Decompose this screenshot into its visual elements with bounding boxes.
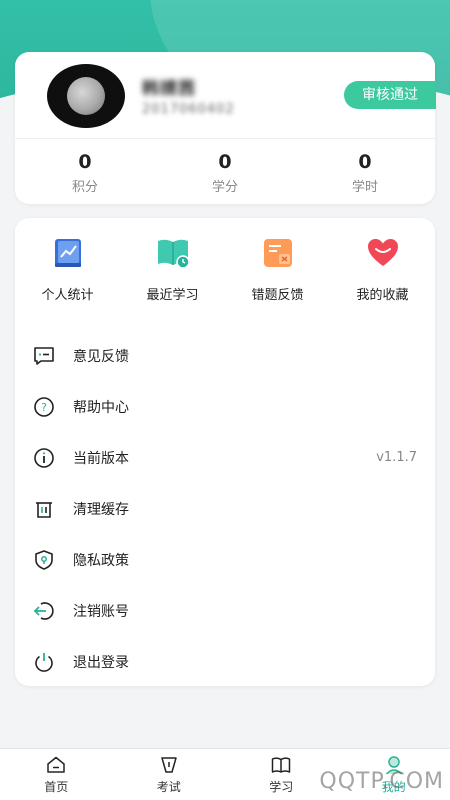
profile-card: 韩婧茜 2017060402 审核通过 0 积分 0 学分 0 学时 [15,52,436,204]
menu-label: 退出登录 [73,654,129,671]
menu-item-logout[interactable]: 退出登录 [15,636,435,687]
version-value: v1.1.7 [376,450,417,465]
avatar[interactable] [47,64,125,128]
menu-item-version[interactable]: 当前版本 v1.1.7 [15,432,435,483]
stat-label: 积分 [71,180,98,195]
chart-book-icon [54,239,81,267]
quick-favorites[interactable]: 我的收藏 [330,236,435,303]
stat-hours[interactable]: 0 学时 [295,150,435,195]
home-icon [47,756,65,773]
stat-value: 0 [218,151,232,173]
quick-label: 最近学习 [146,288,199,303]
divider [15,138,435,139]
quick-recent-study[interactable]: 最近学习 [120,236,225,303]
logout-arrow-icon [33,601,54,620]
menu-label: 注销账号 [73,603,129,620]
stat-label: 学分 [211,180,238,195]
power-icon [35,652,53,672]
quick-actions: 个人统计 最近学习 错题反馈 我的收藏 [15,236,435,303]
settings-list: 意见反馈 ? 帮助中心 当前版本 v1.1.7 清理缓存 隐私政策 注销账号 退… [15,330,435,687]
tab-exam[interactable]: 考试 [113,749,226,800]
shield-icon [35,549,53,570]
quick-label: 错题反馈 [251,288,304,303]
feedback-icon [34,346,54,365]
menu-item-privacy[interactable]: 隐私政策 [15,534,435,585]
tab-label: 考试 [156,779,181,794]
menu-label: 帮助中心 [73,399,129,416]
user-name: 韩婧茜 [142,79,196,99]
stat-label: 学时 [351,180,378,195]
tab-label: 首页 [44,779,69,794]
book-icon [272,756,291,773]
menu-card: 个人统计 最近学习 错题反馈 我的收藏 意见反馈 ? 帮助中心 当前版本 v1.… [15,218,435,686]
menu-item-delete-account[interactable]: 注销账号 [15,585,435,636]
menu-label: 当前版本 [73,450,129,467]
menu-label: 隐私政策 [73,552,129,569]
menu-item-clear-cache[interactable]: 清理缓存 [15,483,435,534]
tab-label: 学习 [269,779,294,794]
status-badge: 审核通过 [344,81,436,109]
quick-label: 个人统计 [41,288,94,303]
user-id: 2017060402 [142,102,235,117]
quick-personal-stats[interactable]: 个人统计 [15,236,120,303]
tab-home[interactable]: 首页 [0,749,113,800]
stats-row: 0 积分 0 学分 0 学时 [15,150,435,195]
quick-wrong-feedback[interactable]: 错题反馈 [225,236,330,303]
menu-item-feedback[interactable]: 意见反馈 [15,330,435,381]
heart-icon [367,239,398,266]
exam-icon [161,756,177,773]
trash-icon [36,501,52,518]
stat-points[interactable]: 0 积分 [15,150,155,195]
menu-label: 意见反馈 [73,348,129,365]
info-icon [34,447,54,468]
watermark: QQTP.COM [319,769,444,794]
menu-item-help[interactable]: ? 帮助中心 [15,381,435,432]
stat-credits[interactable]: 0 学分 [155,150,295,195]
help-icon: ? [34,396,54,417]
stat-value: 0 [358,151,372,173]
stat-value: 0 [78,151,92,173]
wrong-question-icon [263,239,292,267]
recent-study-icon [157,239,190,269]
svg-text:?: ? [41,401,47,414]
quick-label: 我的收藏 [356,288,409,303]
menu-label: 清理缓存 [73,501,129,518]
